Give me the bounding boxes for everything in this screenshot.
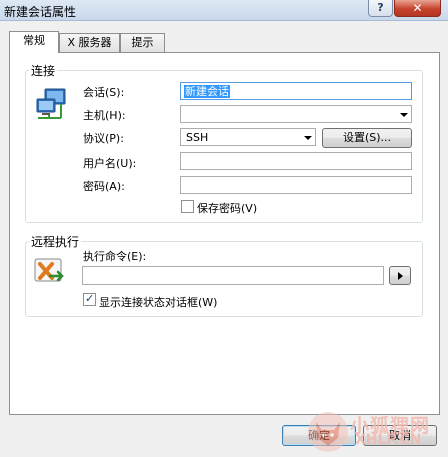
network-computer-icon — [36, 88, 66, 119]
save-password-label: 保存密码(V) — [197, 202, 258, 215]
session-name-value: 新建会话 — [184, 85, 230, 98]
username-input[interactable] — [180, 152, 412, 170]
close-button[interactable]: ✕ — [394, 0, 441, 17]
command-label: 执行命令(E): — [83, 250, 147, 263]
chevron-down-icon — [400, 113, 408, 117]
host-label: 主机(H): — [83, 109, 126, 122]
protocol-value: SSH — [186, 131, 209, 144]
save-password-checkbox[interactable] — [181, 200, 194, 213]
chevron-down-icon — [304, 136, 312, 140]
help-button[interactable]: ? — [368, 0, 393, 17]
protocol-settings-button[interactable]: 设置(S)... — [322, 128, 412, 148]
tab-x-server[interactable]: X 服务器 — [59, 33, 120, 52]
play-icon — [398, 272, 403, 280]
protocol-select[interactable]: SSH — [180, 128, 316, 146]
protocol-label: 协议(P): — [83, 132, 124, 145]
command-input[interactable] — [82, 266, 384, 285]
remote-exec-group-title: 远程执行 — [29, 233, 82, 250]
tab-general[interactable]: 常规 — [9, 31, 59, 53]
session-label: 会话(S): — [83, 86, 125, 99]
fox-watermark-logo — [308, 412, 348, 452]
tab-tips[interactable]: 提示 — [120, 33, 165, 52]
host-combobox[interactable] — [180, 105, 412, 123]
show-connection-dialog-checkbox[interactable] — [83, 292, 96, 306]
password-label: 密码(A): — [83, 180, 125, 193]
show-connection-dialog-label: 显示连接状态对话框(W) — [99, 296, 218, 309]
run-command-button[interactable] — [389, 266, 411, 285]
username-label: 用户名(U): — [83, 157, 137, 170]
connection-group-title: 连接 — [29, 62, 58, 79]
watermark-url: XHLP.CN — [355, 432, 422, 448]
session-name-input[interactable]: 新建会话 — [180, 82, 412, 100]
password-input[interactable] — [180, 176, 412, 194]
window-title: 新建会话属性 — [4, 5, 77, 19]
xshell-run-icon — [34, 258, 64, 282]
